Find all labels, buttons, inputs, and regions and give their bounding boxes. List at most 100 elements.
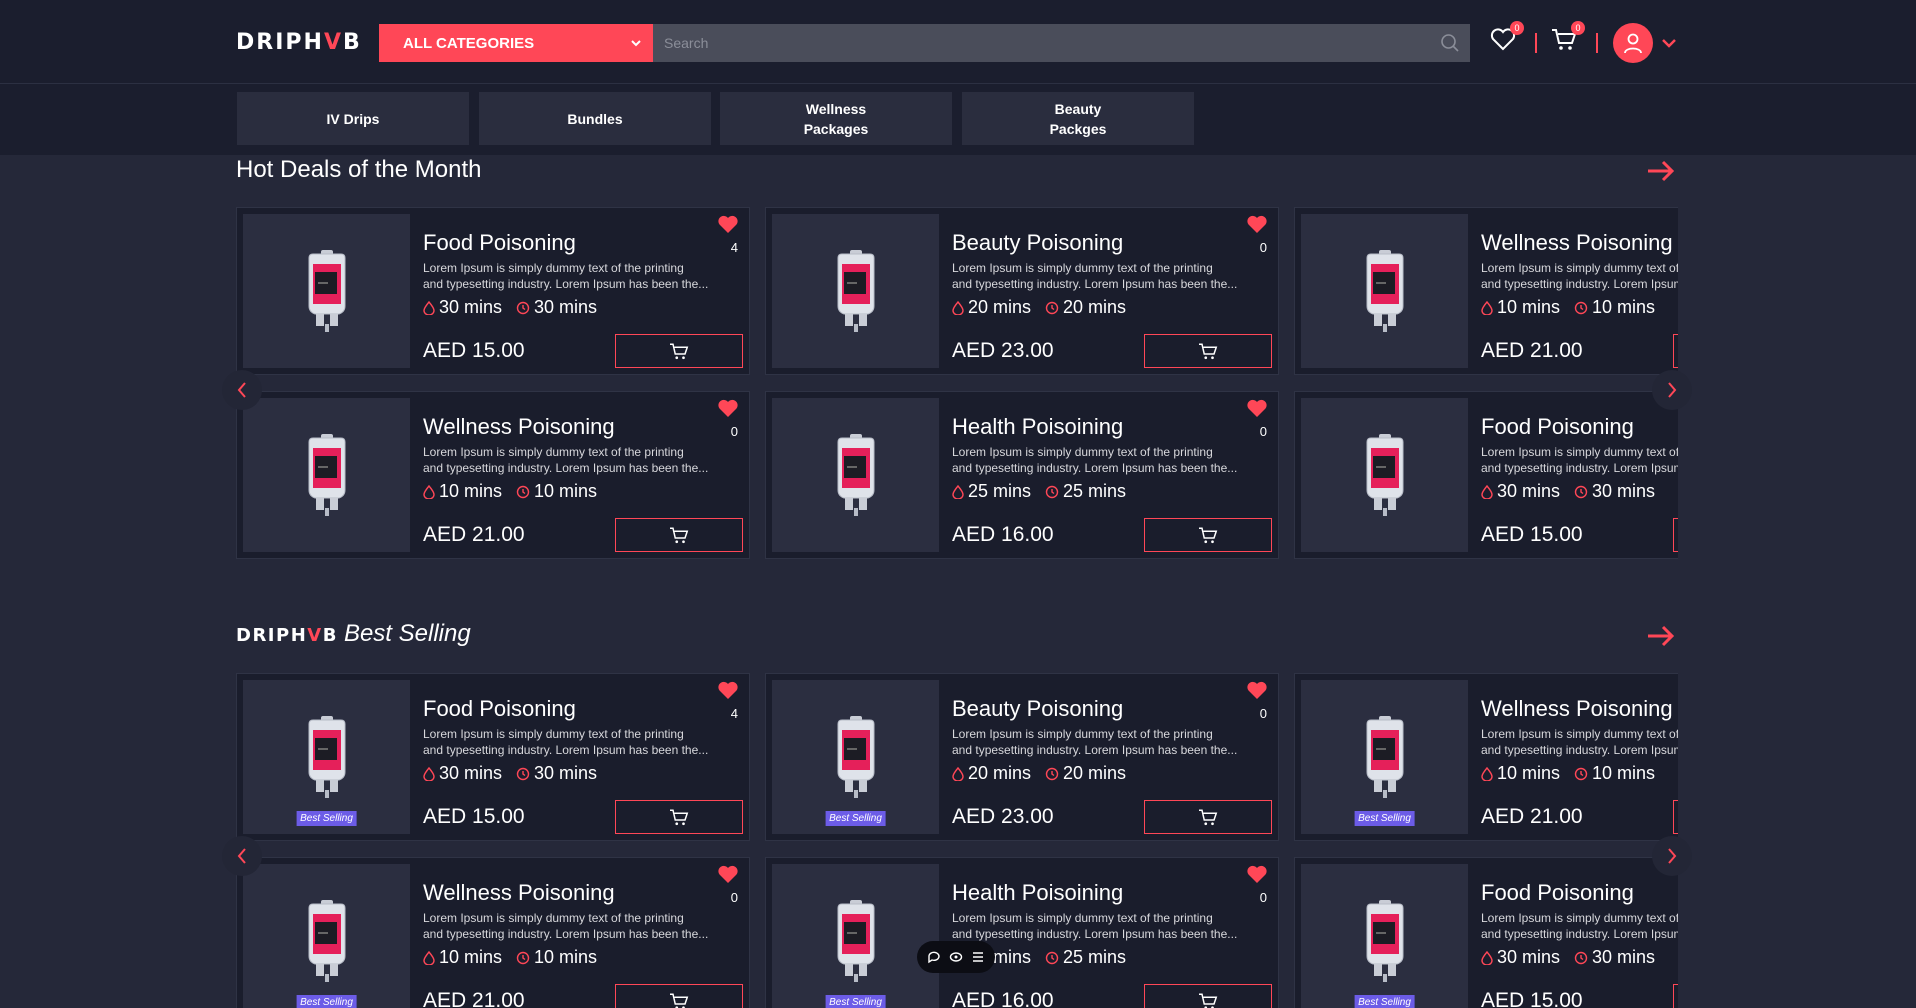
heart-icon[interactable]: [717, 214, 739, 234]
product-name[interactable]: Wellness Poisoning: [1481, 696, 1673, 722]
product-duration: 10 mins: [439, 947, 503, 967]
product-thumbnail[interactable]: Best Selling: [243, 680, 410, 834]
product-description: Lorem Ipsum is simply dummy text of the …: [423, 445, 709, 475]
best-selling-next-button[interactable]: [1652, 836, 1692, 876]
product-card[interactable]: Best Selling Beauty Poisoning Lorem Ipsum …: [765, 673, 1279, 841]
divider: [1596, 33, 1598, 53]
heart-icon[interactable]: [717, 398, 739, 418]
add-to-cart-button[interactable]: [615, 800, 743, 834]
cart-count-badge: 0: [1571, 21, 1585, 35]
product-thumbnail[interactable]: [243, 214, 410, 368]
product-thumbnail[interactable]: Best Selling: [1301, 680, 1468, 834]
product-card[interactable]: Food Poisoning Lorem Ipsum is simply dumm…: [236, 207, 750, 375]
product-thumbnail[interactable]: [1301, 398, 1468, 552]
product-card[interactable]: Best Selling Wellness Poisoning Lorem Ipsu…: [1294, 673, 1678, 841]
product-meta: 20 mins 20 mins: [952, 297, 1126, 318]
product-thumbnail[interactable]: [1301, 214, 1468, 368]
arrow-right-icon[interactable]: [1646, 159, 1676, 183]
search-icon[interactable]: [1440, 33, 1460, 53]
product-name[interactable]: Food Poisoning: [423, 696, 576, 722]
search-bar: [653, 24, 1470, 62]
cart-button[interactable]: 0: [1551, 21, 1585, 56]
product-thumbnail[interactable]: Best Selling: [772, 864, 939, 1008]
product-price: AED 23.00: [952, 339, 1054, 362]
product-card[interactable]: Best Selling Food Poisoning Lorem Ipsum is…: [1294, 857, 1678, 1008]
product-name[interactable]: Food Poisoning: [1481, 880, 1634, 906]
add-to-cart-button[interactable]: [615, 334, 743, 368]
product-card[interactable]: Best Selling Health Poisoining Lorem Ipsum…: [765, 857, 1279, 1008]
product-time: 30 mins: [1592, 481, 1656, 501]
product-thumbnail[interactable]: Best Selling: [772, 680, 939, 834]
product-thumbnail[interactable]: Best Selling: [1301, 864, 1468, 1008]
add-to-cart-button[interactable]: [1144, 334, 1272, 368]
product-name[interactable]: Beauty Poisoning: [952, 696, 1123, 722]
heart-icon[interactable]: [1246, 680, 1268, 700]
cart-icon: [670, 993, 689, 1008]
product-name[interactable]: Wellness Poisoning: [423, 414, 615, 440]
drop-icon: [952, 484, 964, 499]
category-iv-drips[interactable]: IV Drips: [237, 92, 469, 145]
product-thumbnail[interactable]: Best Selling: [243, 864, 410, 1008]
hot-deals-next-button[interactable]: [1652, 370, 1692, 410]
heart-icon[interactable]: [1246, 214, 1268, 234]
add-to-cart-button[interactable]: [1144, 800, 1272, 834]
eye-icon[interactable]: [949, 950, 963, 964]
add-to-cart-button[interactable]: [1673, 984, 1678, 1008]
product-thumbnail[interactable]: [772, 214, 939, 368]
product-thumbnail[interactable]: [772, 398, 939, 552]
category-wellness-packages[interactable]: Wellness Packages: [720, 92, 952, 145]
heart-icon[interactable]: [717, 680, 739, 700]
heart-icon[interactable]: [1246, 398, 1268, 418]
product-name[interactable]: Health Poisoining: [952, 414, 1123, 440]
chevron-down-icon[interactable]: [1661, 37, 1677, 49]
search-input[interactable]: [664, 35, 1424, 51]
product-duration: 25 mins: [968, 481, 1032, 501]
add-to-cart-button[interactable]: [1673, 800, 1678, 834]
clock-icon: [1574, 951, 1588, 964]
category-beauty-packages[interactable]: Beauty Packges: [962, 92, 1194, 145]
comment-icon[interactable]: [927, 950, 941, 964]
add-to-cart-button[interactable]: [1673, 334, 1678, 368]
add-to-cart-button[interactable]: [1144, 984, 1272, 1008]
product-card[interactable]: Food Poisoning Lorem Ipsum is simply dumm…: [1294, 391, 1678, 559]
chevron-right-icon: [1668, 848, 1677, 864]
add-to-cart-button[interactable]: [1673, 518, 1678, 552]
product-name[interactable]: Wellness Poisoning: [1481, 230, 1673, 256]
product-name[interactable]: Beauty Poisoning: [952, 230, 1123, 256]
best-selling-prev-button[interactable]: [222, 836, 262, 876]
category-select[interactable]: ALL CATEGORIES: [379, 24, 653, 62]
clock-icon: [1574, 767, 1588, 780]
product-card[interactable]: Best Selling Food Poisoning Lorem Ipsum is…: [236, 673, 750, 841]
divider: [1535, 33, 1537, 53]
product-name[interactable]: Wellness Poisoning: [423, 880, 615, 906]
add-to-cart-button[interactable]: [1144, 518, 1272, 552]
product-card[interactable]: Beauty Poisoning Lorem Ipsum is simply du…: [765, 207, 1279, 375]
product-card[interactable]: Wellness Poisoning Lorem Ipsum is simply …: [236, 391, 750, 559]
product-description: Lorem Ipsum is simply dummy text of the …: [1481, 445, 1678, 475]
product-time: 25 mins: [1063, 947, 1127, 967]
product-name[interactable]: Food Poisoning: [1481, 414, 1634, 440]
user-avatar-button[interactable]: [1613, 23, 1653, 63]
cart-icon: [670, 527, 689, 544]
category-bundles[interactable]: Bundles: [479, 92, 711, 145]
product-thumbnail[interactable]: [243, 398, 410, 552]
product-duration: 30 mins: [1497, 947, 1561, 967]
product-name[interactable]: Food Poisoning: [423, 230, 576, 256]
product-card[interactable]: Wellness Poisoning Lorem Ipsum is simply …: [1294, 207, 1678, 375]
add-to-cart-button[interactable]: [615, 518, 743, 552]
hot-deals-prev-button[interactable]: [222, 370, 262, 410]
site-logo[interactable]: DRIPHVB: [236, 30, 362, 55]
wishlist-button[interactable]: 0: [1490, 21, 1524, 56]
product-meta: 10 mins 10 mins: [423, 947, 597, 968]
product-price: AED 21.00: [1481, 339, 1583, 362]
add-to-cart-button[interactable]: [615, 984, 743, 1008]
product-name[interactable]: Health Poisoining: [952, 880, 1123, 906]
product-card[interactable]: Best Selling Wellness Poisoning Lorem Ipsu…: [236, 857, 750, 1008]
product-card[interactable]: Health Poisoining Lorem Ipsum is simply d…: [765, 391, 1279, 559]
clock-icon: [1045, 951, 1059, 964]
product-duration: 10 mins: [1497, 763, 1561, 783]
heart-icon[interactable]: [1246, 864, 1268, 884]
menu-icon[interactable]: [971, 950, 985, 964]
heart-icon[interactable]: [717, 864, 739, 884]
arrow-right-icon[interactable]: [1646, 624, 1676, 648]
